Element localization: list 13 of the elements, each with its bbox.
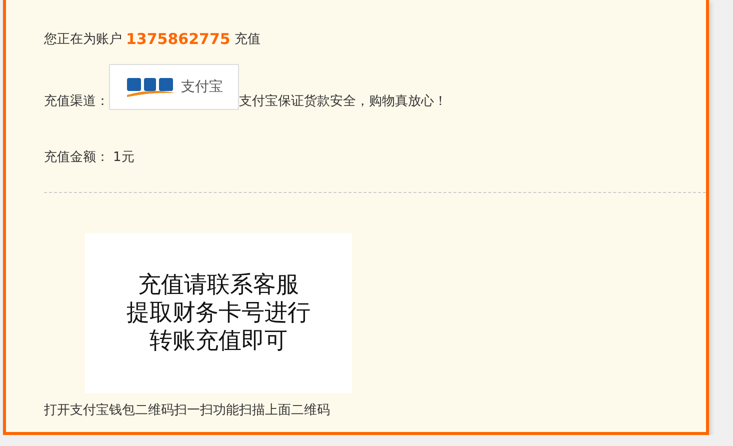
qr-text: 充值请联系客服 bbox=[138, 271, 299, 299]
scan-caption: 打开支付宝钱包二维码扫一扫功能扫描上面二维码 bbox=[44, 402, 330, 419]
logo-text: 支付宝 bbox=[181, 78, 223, 96]
channel-label: 充值渠道： bbox=[44, 93, 109, 110]
account-label: 您正在为账户 bbox=[44, 31, 122, 48]
account-number: 1375862775 bbox=[126, 30, 230, 48]
qr-text: 提取财务卡号进行 bbox=[126, 299, 310, 327]
qr-text: 转账充值即可 bbox=[150, 327, 288, 355]
amount-value: 1元 bbox=[113, 149, 134, 166]
amount-label: 充值金额： bbox=[44, 149, 109, 166]
payment-logo[interactable]: 支付宝 bbox=[109, 64, 239, 110]
channel-note: 支付宝保证货款安全，购物真放心！ bbox=[239, 93, 447, 110]
recharge-label: 充值 bbox=[234, 31, 260, 48]
